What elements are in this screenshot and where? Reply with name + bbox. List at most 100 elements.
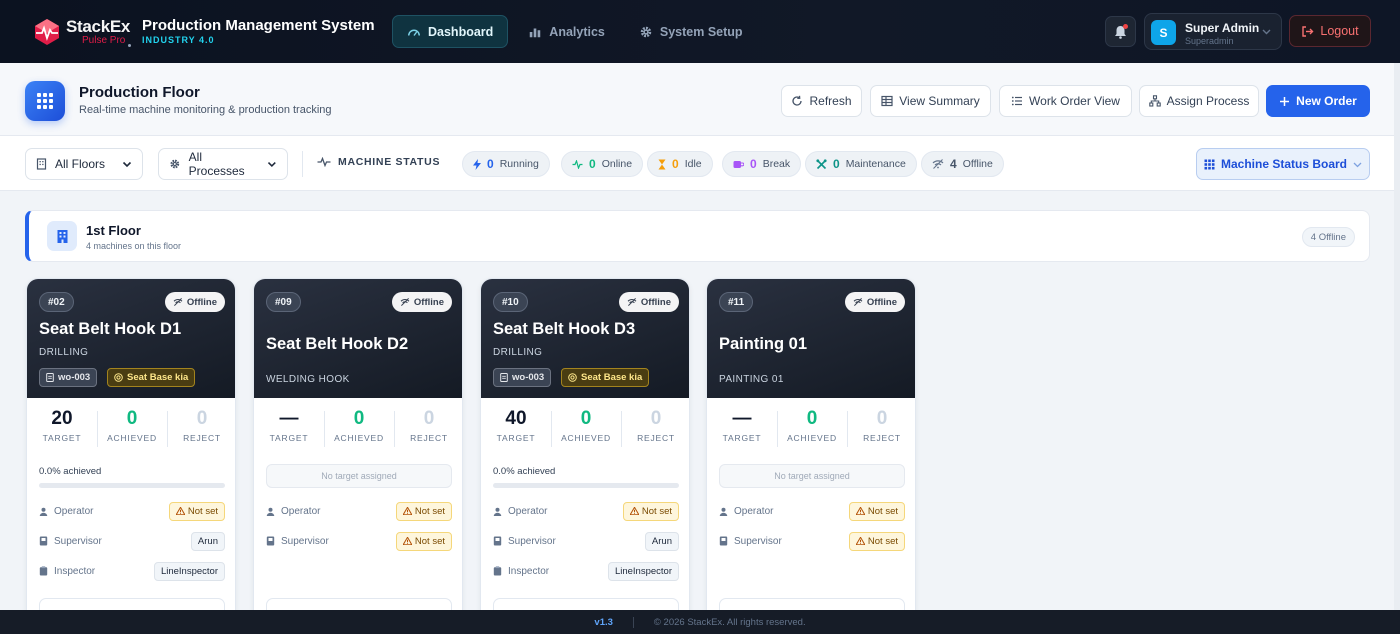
supervisor-value[interactable]: Arun bbox=[644, 531, 679, 551]
machine-card[interactable]: #11 Offline Painting 01 PAINTING 01 — TARGET 0… bbox=[706, 278, 916, 623]
status-chip-running[interactable]: 0 Running bbox=[462, 151, 550, 177]
reject-value: 0 bbox=[650, 408, 662, 429]
id-badge-icon bbox=[493, 536, 502, 546]
machine-card[interactable]: #09 Offline Seat Belt Hook D2 WELDING HOOK —… bbox=[253, 278, 463, 623]
part-tag[interactable]: Seat Base kia bbox=[107, 368, 196, 387]
user-menu[interactable]: S Super Admin Superadmin bbox=[1144, 13, 1282, 50]
brand-sub: Pulse Pro bbox=[82, 35, 126, 46]
chevron-down-icon bbox=[1262, 29, 1271, 35]
assign-process-button[interactable]: Assign Process bbox=[1139, 85, 1259, 117]
machine-process: DRILLING bbox=[39, 347, 89, 358]
tab-system-setup[interactable]: System Setup bbox=[625, 15, 757, 48]
break-label: Break bbox=[762, 158, 791, 170]
machine-name: Seat Belt Hook D1 bbox=[39, 320, 182, 338]
floor-select[interactable]: All Floors bbox=[25, 148, 143, 180]
machine-status-text: Offline bbox=[413, 296, 444, 308]
machine-status-board-button[interactable]: Machine Status Board bbox=[1196, 148, 1370, 180]
inspector-value[interactable]: LineInspector bbox=[607, 561, 679, 581]
inspector-value[interactable]: LineInspector bbox=[153, 561, 225, 581]
operator-row: Operator Not set bbox=[39, 501, 225, 521]
machine-status-label: MACHINE STATUS bbox=[317, 156, 440, 168]
machine-stats: — TARGET 0 ACHIEVED 0 REJECT bbox=[254, 407, 462, 451]
operator-label: Operator bbox=[39, 506, 93, 517]
page-header: Production Floor Real-time machine monit… bbox=[0, 63, 1400, 136]
pulse-logo-icon bbox=[35, 19, 59, 45]
achieved-value: 0 bbox=[353, 408, 365, 429]
inspector-row: Inspector LineInspector bbox=[39, 561, 225, 581]
grid-icon bbox=[25, 81, 65, 121]
stat-target: — TARGET bbox=[707, 407, 777, 451]
supervisor-row: Supervisor Not set bbox=[266, 531, 452, 551]
tab-analytics[interactable]: Analytics bbox=[514, 15, 619, 48]
machine-number: #09 bbox=[266, 292, 301, 312]
supervisor-value[interactable]: Not set bbox=[395, 531, 452, 551]
offline-label: Offline bbox=[962, 158, 993, 170]
status-chip-maintenance[interactable]: 0 Maintenance bbox=[805, 151, 917, 177]
tab-system-setup-label: System Setup bbox=[659, 24, 743, 39]
warning-icon bbox=[855, 537, 865, 545]
operator-label-text: Operator bbox=[734, 505, 774, 517]
logout-button[interactable]: Logout bbox=[1289, 15, 1371, 47]
operator-value[interactable]: Not set bbox=[168, 501, 225, 521]
brand-logo[interactable]: StackEx Pulse Pro bbox=[32, 14, 132, 50]
machine-number: #10 bbox=[493, 292, 528, 312]
user-icon bbox=[493, 507, 502, 516]
reject-label: REJECT bbox=[410, 433, 448, 443]
target-label: TARGET bbox=[42, 433, 82, 443]
operator-value[interactable]: Not set bbox=[395, 501, 452, 521]
target-value: — bbox=[732, 408, 752, 429]
id-badge-icon bbox=[266, 536, 275, 546]
refresh-label: Refresh bbox=[809, 94, 852, 108]
status-chip-offline[interactable]: 4 Offline bbox=[921, 151, 1004, 177]
wifi-off-icon bbox=[400, 298, 410, 306]
warning-icon bbox=[629, 507, 639, 515]
machine-card[interactable]: #10 Offline Seat Belt Hook D3 DRILLING wo-00… bbox=[480, 278, 690, 623]
idle-label: Idle bbox=[684, 158, 702, 170]
wrench-icon bbox=[816, 158, 827, 169]
operator-value[interactable]: Not set bbox=[622, 501, 679, 521]
work-order-tag[interactable]: wo-003 bbox=[493, 368, 552, 387]
status-chip-break[interactable]: 0 Break bbox=[722, 151, 802, 177]
online-label: Online bbox=[601, 158, 633, 170]
process-select[interactable]: All Processes bbox=[158, 148, 288, 180]
inspector-value-text: LineInspector bbox=[160, 565, 218, 577]
operator-value-text: Not set bbox=[187, 505, 218, 517]
operator-row: Operator Not set bbox=[493, 501, 679, 521]
system-title: Production Management System bbox=[142, 17, 375, 34]
floor-section-header[interactable]: 1st Floor 4 machines on this floor 4 Off… bbox=[25, 210, 1370, 262]
board-label: Machine Status Board bbox=[1220, 157, 1348, 171]
target-value: — bbox=[279, 408, 299, 429]
machine-number: #02 bbox=[39, 292, 74, 312]
clipboard-icon bbox=[493, 566, 502, 576]
work-order-view-button[interactable]: Work Order View bbox=[999, 85, 1132, 117]
supervisor-value[interactable]: Arun bbox=[190, 531, 225, 551]
page-title: Production Floor bbox=[79, 84, 200, 101]
work-order-tag[interactable]: wo-003 bbox=[39, 368, 98, 387]
machine-stats: 20 TARGET 0 ACHIEVED 0 REJECT bbox=[27, 407, 235, 451]
page-scrollbar[interactable] bbox=[1394, 63, 1400, 610]
new-order-button[interactable]: New Order bbox=[1266, 85, 1370, 117]
status-chip-online[interactable]: 0 Online bbox=[561, 151, 644, 177]
reject-label: REJECT bbox=[637, 433, 675, 443]
warning-icon bbox=[175, 507, 185, 515]
reject-value: 0 bbox=[876, 408, 888, 429]
operator-label: Operator bbox=[493, 506, 547, 517]
assign-process-label: Assign Process bbox=[1166, 94, 1250, 108]
target-icon bbox=[114, 373, 123, 382]
operator-value-text: Not set bbox=[641, 505, 672, 517]
tab-dashboard[interactable]: Dashboard bbox=[392, 15, 509, 48]
part-tag[interactable]: Seat Base kia bbox=[561, 368, 650, 387]
operator-value[interactable]: Not set bbox=[848, 501, 905, 521]
machine-stats: 40 TARGET 0 ACHIEVED 0 REJECT bbox=[481, 407, 689, 451]
machine-card[interactable]: #02 Offline Seat Belt Hook D1 DRILLING wo-00… bbox=[26, 278, 236, 623]
view-summary-button[interactable]: View Summary bbox=[870, 85, 991, 117]
operator-row: Operator Not set bbox=[719, 501, 905, 521]
refresh-button[interactable]: Refresh bbox=[781, 85, 862, 117]
machine-status-text: Offline bbox=[640, 296, 671, 308]
notifications-button[interactable] bbox=[1105, 16, 1136, 47]
operator-label-text: Operator bbox=[508, 505, 548, 517]
supervisor-value[interactable]: Not set bbox=[848, 531, 905, 551]
machine-status-text: Offline bbox=[866, 296, 897, 308]
status-chip-idle[interactable]: 0 Idle bbox=[647, 151, 713, 177]
building-icon bbox=[36, 158, 47, 170]
